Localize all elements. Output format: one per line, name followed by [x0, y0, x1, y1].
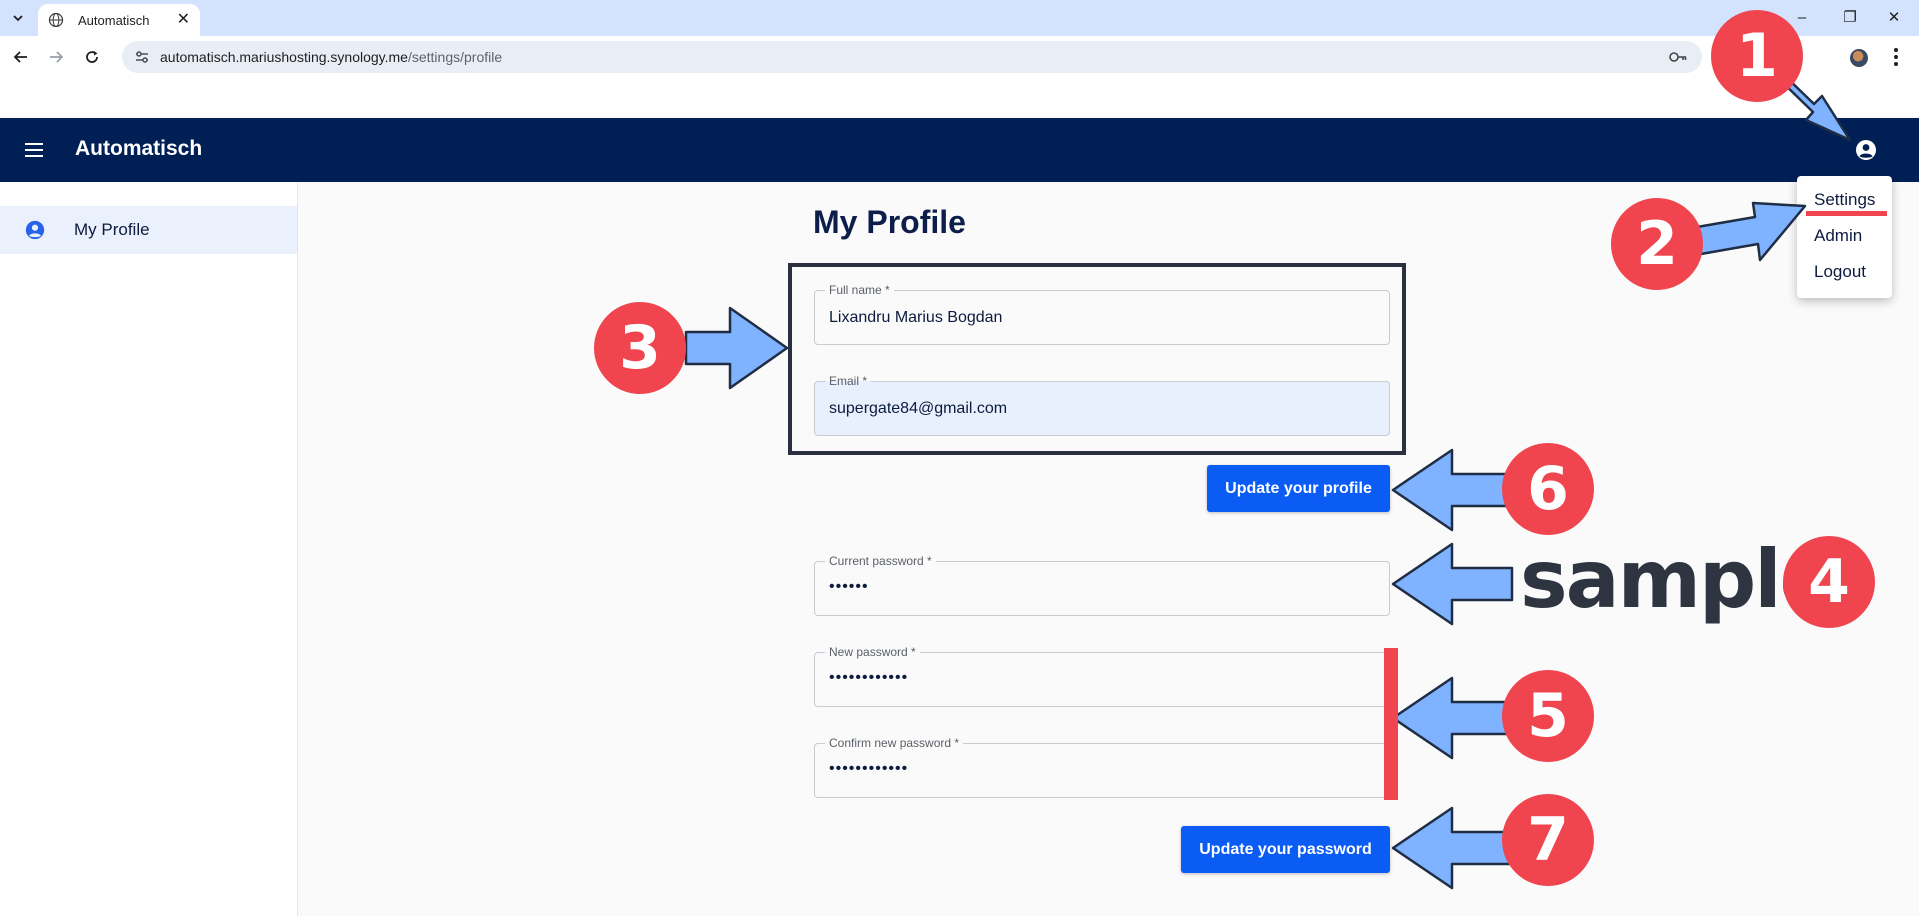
globe-icon: [48, 12, 64, 28]
back-icon[interactable]: [8, 44, 34, 70]
confirm-password-field[interactable]: Confirm new password * ••••••••••••: [814, 736, 1390, 798]
url-host: automatisch.mariushosting.synology.me: [160, 49, 408, 65]
password-key-icon[interactable]: [1668, 49, 1688, 65]
url-path: /settings/profile: [407, 49, 503, 65]
confirm-password-label: Confirm new password *: [825, 736, 964, 750]
app-title: Automatisch: [75, 137, 203, 160]
update-password-button[interactable]: Update your password: [1181, 826, 1390, 873]
confirm-password-value: ••••••••••••: [829, 760, 909, 777]
account-menu: Settings Admin Logout: [1797, 176, 1892, 298]
browser-tab[interactable]: Automatisch ✕: [38, 4, 200, 36]
sidebar-item-label: My Profile: [74, 220, 150, 239]
tab-title: Automatisch: [78, 12, 150, 28]
email-label: Email *: [825, 374, 872, 388]
address-bar[interactable]: automatisch.mariushosting.synology.me/se…: [122, 41, 1702, 73]
page: Automatisch ✕ – ❐ ✕ automatisch.mariusho…: [0, 0, 1919, 916]
page-title: My Profile: [813, 204, 966, 240]
forward-icon[interactable]: [43, 44, 69, 70]
new-password-label: New password *: [825, 645, 920, 659]
full-name-field[interactable]: Full name * Lixandru Marius Bogdan: [814, 283, 1390, 345]
email-field[interactable]: Email * supergate84@gmail.com: [814, 374, 1390, 436]
menu-item-logout[interactable]: Logout: [1814, 262, 1866, 282]
account-circle-icon: [25, 220, 45, 240]
browser-menu-icon[interactable]: [1888, 46, 1904, 68]
tab-close-icon[interactable]: ✕: [177, 12, 190, 28]
new-password-value: ••••••••••••: [829, 669, 909, 686]
menu-item-admin[interactable]: Admin: [1814, 226, 1862, 246]
update-profile-button[interactable]: Update your profile: [1207, 465, 1390, 512]
current-password-field[interactable]: Current password * ••••••: [814, 554, 1390, 616]
hamburger-menu-icon[interactable]: [24, 140, 44, 160]
browser-profile-avatar[interactable]: [1850, 49, 1868, 67]
current-password-label: Current password *: [825, 554, 936, 568]
tab-search-chevron-icon[interactable]: [6, 6, 30, 30]
account-circle-icon[interactable]: [1854, 138, 1878, 162]
reload-icon[interactable]: [79, 44, 105, 70]
minimize-button[interactable]: –: [1782, 4, 1822, 30]
close-window-button[interactable]: ✕: [1874, 4, 1914, 30]
email-value: supergate84@gmail.com: [829, 400, 1008, 417]
full-name-value: Lixandru Marius Bogdan: [829, 309, 1003, 326]
sidebar-item-my-profile[interactable]: My Profile: [0, 206, 297, 254]
restore-button[interactable]: ❐: [1830, 4, 1870, 30]
browser-tab-strip: Automatisch ✕ – ❐ ✕: [0, 0, 1919, 36]
menu-item-settings[interactable]: Settings: [1814, 190, 1875, 210]
current-password-value: ••••••: [829, 578, 869, 595]
full-name-label: Full name *: [825, 283, 894, 297]
new-password-field[interactable]: New password * ••••••••••••: [814, 645, 1390, 707]
site-settings-icon[interactable]: [134, 49, 150, 65]
browser-toolbar: automatisch.mariushosting.synology.me/se…: [0, 36, 1919, 78]
app-bar: Automatisch: [0, 118, 1919, 182]
sidebar: My Profile: [0, 182, 298, 916]
